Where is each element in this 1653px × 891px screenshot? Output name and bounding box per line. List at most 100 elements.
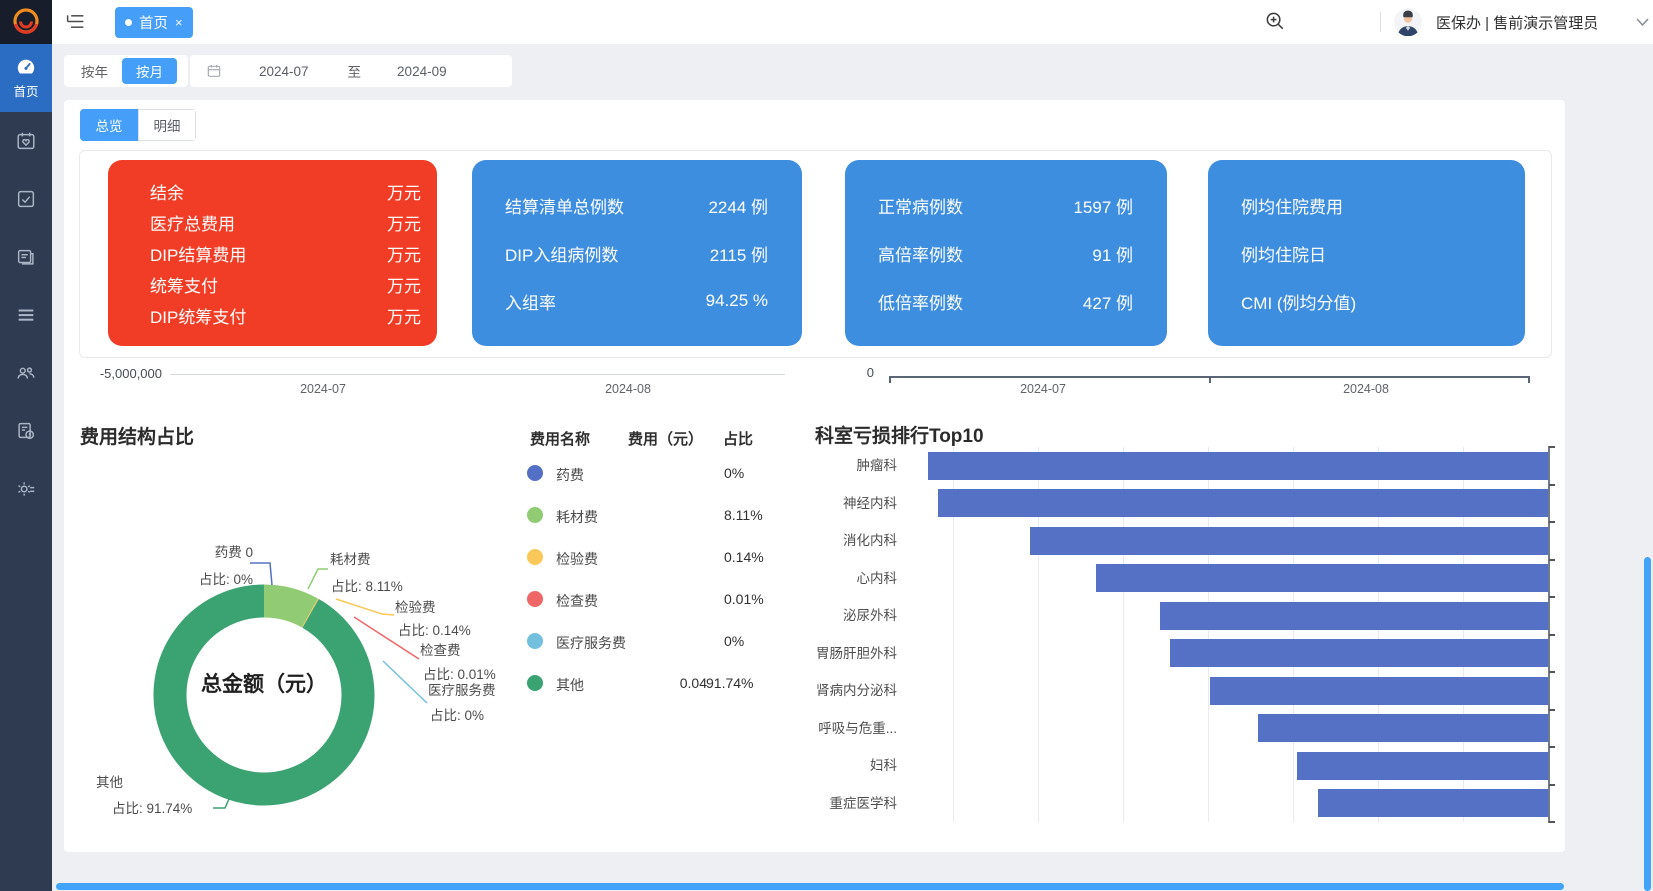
stat-label: 高倍率例数 (878, 241, 963, 266)
checkbox-icon (15, 188, 37, 210)
horizontal-scrollbar-thumb[interactable] (56, 883, 1564, 890)
app-logo[interactable] (0, 0, 52, 44)
detail-tab[interactable]: 明细 (138, 109, 196, 141)
fee-col-name: 费用名称 (530, 428, 590, 449)
sidebar-item-audit[interactable] (0, 170, 52, 228)
right-axis-tick-2: 2024-08 (1328, 382, 1404, 396)
pie-label-name: 其他 (96, 771, 123, 791)
right-axis-tick-mark (1528, 376, 1530, 383)
leader-line-yiliaofuwufei (383, 661, 427, 703)
fee-col-ratio: 占比 (723, 428, 753, 449)
sidebar-item-reports[interactable] (0, 402, 52, 460)
bar-category-label: 重症医学科 (807, 785, 897, 823)
user-avatar[interactable] (1394, 8, 1422, 36)
sidebar-collapse-icon[interactable] (65, 11, 86, 32)
tab-home[interactable]: 首页 × (115, 7, 193, 38)
case-card: 正常病例数1597 例高倍率例数91 例低倍率例数427 例 (845, 160, 1167, 346)
overview-tab[interactable]: 总览 (80, 109, 138, 141)
pie-label-name: 检查费 (420, 639, 461, 659)
bar[interactable] (1170, 639, 1548, 667)
sidebar-item-settings[interactable] (0, 460, 52, 518)
pie-label-pct: 占比: 0% (430, 704, 484, 724)
bar[interactable] (1258, 714, 1548, 742)
right-axis-value-label: 0 (846, 365, 874, 380)
axis-tick-mark (1549, 596, 1555, 598)
left-axis-tick-1: 2024-07 (285, 382, 361, 396)
bar-category-label: 消化内科 (807, 522, 897, 560)
sidebar-item-menu[interactable] (0, 286, 52, 344)
topbar: 首页 × 医保办 | 售前演示管理员 (52, 0, 1653, 45)
bar[interactable] (1318, 789, 1548, 817)
bar[interactable] (1160, 602, 1548, 630)
sidebar-item-users[interactable] (0, 344, 52, 402)
tab-close-icon[interactable]: × (175, 15, 183, 30)
stat-row: 结余万元 (108, 176, 437, 207)
bar[interactable] (928, 452, 1548, 480)
sidebar-item-records[interactable] (0, 228, 52, 286)
user-role-name[interactable]: 医保办 | 售前演示管理员 (1436, 12, 1598, 33)
axis-tick-mark (1549, 671, 1555, 673)
sidebar-item-insurance[interactable] (0, 112, 52, 170)
fee-name: 检查费 (556, 591, 598, 611)
by-year-button[interactable]: 按年 (67, 58, 122, 84)
stat-row: 低倍率例数427 例 (845, 277, 1167, 325)
stat-row: 统筹支付 万元 (108, 269, 437, 300)
fee-table-row: 检验费0.14% (515, 536, 770, 578)
bar[interactable] (1030, 527, 1548, 555)
left-axis-line (170, 374, 785, 375)
stat-row: 例均住院日 (1208, 229, 1525, 277)
axis-tick-mark (1549, 634, 1555, 636)
fee-name: 其他 (556, 675, 584, 695)
axis-tick-mark (1549, 821, 1555, 823)
bar[interactable] (938, 489, 1548, 517)
axis-tick-mark (1549, 784, 1555, 786)
fee-table-row: 检查费0.01% (515, 578, 770, 620)
by-month-button[interactable]: 按月 (122, 58, 177, 84)
pie-label-name: 耗材费 (330, 548, 371, 568)
stat-cards-row: 结余万元医疗总费用万元DIP结算费用万元统筹支付 万元 DIP统筹支付 万元 结算清单总… (108, 160, 1525, 346)
bar-category-label: 呼吸与危重... (807, 710, 897, 748)
settlement-card: 结算清单总例数2244 例DIP入组病例数2115 例入组率94.25 % (472, 160, 802, 346)
bar-plot-area (905, 447, 1548, 822)
stat-value: 万元 (387, 272, 421, 297)
gear-settings-icon (15, 478, 37, 500)
period-toggle: 按年 按月 (64, 55, 188, 87)
vertical-scrollbar-thumb[interactable] (1644, 557, 1651, 891)
stat-label: 统筹支付 (150, 272, 218, 297)
zoom-in-icon[interactable] (1264, 10, 1287, 33)
view-toggle: 总览 明细 (80, 109, 196, 141)
department-loss-bar-chart: 肿瘤科神经内科消化内科心内科泌尿外科胃肠肝胆外科肾病内分泌科呼吸与危重...妇科… (807, 447, 1548, 822)
fee-amount: 0.04 (680, 675, 707, 691)
stat-row: 例均住院费用 (1208, 181, 1525, 229)
bar[interactable] (1096, 564, 1548, 592)
date-end-value[interactable]: 2024-09 (397, 64, 447, 79)
stat-label: 结余 (150, 179, 184, 204)
pie-chart-title: 费用结构占比 (80, 422, 194, 449)
bar[interactable] (1210, 677, 1548, 705)
fee-name: 药费 (556, 465, 584, 485)
bar[interactable] (1297, 752, 1548, 780)
fee-table: 费用名称 费用（元） 占比 药费0%耗材费8.11%检验费0.14%检查费0.0… (515, 420, 770, 704)
pie-slice-耗材费[interactable] (264, 601, 310, 613)
bar-category-label: 肿瘤科 (807, 447, 897, 485)
chevron-down-icon[interactable] (1636, 18, 1649, 27)
date-start-value[interactable]: 2024-07 (259, 64, 309, 79)
left-axis-value-label: -5,000,000 (78, 366, 162, 381)
stat-row: DIP结算费用万元 (108, 238, 437, 269)
stat-row: 医疗总费用万元 (108, 207, 437, 238)
legend-dot (527, 675, 543, 691)
date-separator: 至 (348, 61, 362, 81)
leader-line-yaofei (250, 563, 272, 585)
stat-label: 结算清单总例数 (505, 193, 624, 218)
stat-label: 正常病例数 (878, 193, 963, 218)
date-range-picker[interactable]: 2024-07 至 2024-09 (190, 55, 512, 87)
fee-name: 耗材费 (556, 507, 598, 527)
leader-line-haocaifei (308, 569, 328, 589)
stat-label: CMI (例均分值) (1241, 289, 1356, 314)
sidebar-item-home[interactable]: 首页 (0, 44, 52, 112)
fee-table-row: 其他0.0491.74% (515, 662, 770, 704)
stat-row: 结算清单总例数2244 例 (472, 181, 802, 229)
stat-label: DIP统筹支付 (150, 303, 246, 328)
pie-label-name: 医疗服务费 (428, 679, 496, 699)
fee-table-row: 耗材费8.11% (515, 494, 770, 536)
